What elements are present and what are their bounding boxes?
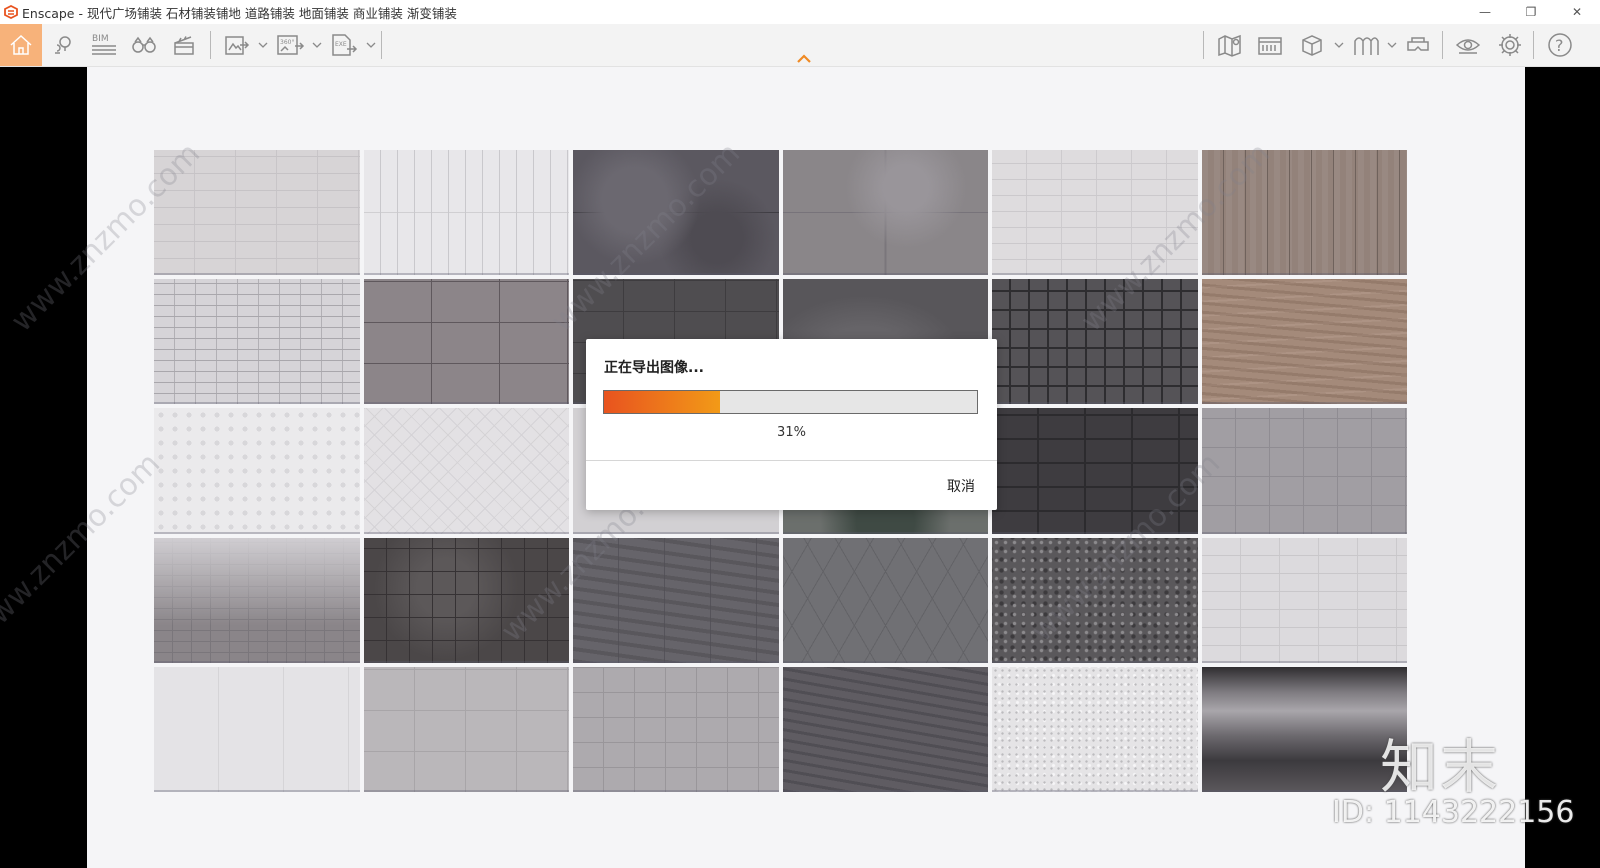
- chevron-down-icon: [1387, 42, 1397, 48]
- chevron-down-icon: [366, 42, 376, 48]
- material-tile: [154, 666, 360, 792]
- vr-headset-button[interactable]: [1398, 24, 1438, 66]
- map-icon: [1218, 34, 1241, 57]
- close-button[interactable]: ✕: [1554, 0, 1600, 24]
- exe-label: EXE: [335, 41, 347, 48]
- toolbar-separator: [1203, 31, 1204, 59]
- export-panorama-button[interactable]: 360°: [270, 24, 310, 66]
- material-tile: [782, 537, 988, 663]
- material-tile: [992, 666, 1198, 792]
- cancel-button[interactable]: 取消: [947, 476, 975, 496]
- help-button[interactable]: ?: [1540, 24, 1580, 66]
- minimize-icon: —: [1479, 5, 1491, 19]
- material-tile: [154, 150, 360, 276]
- chevron-down-icon: [312, 42, 322, 48]
- material-tile: [154, 537, 360, 663]
- gear-icon: [1499, 34, 1521, 56]
- material-tile: [363, 408, 569, 534]
- brand-watermark: 知末: [1380, 733, 1501, 801]
- dialog-title: 正在导出图像...: [604, 360, 704, 376]
- exe-export-icon: EXE: [332, 34, 358, 56]
- map-pin-icon: [55, 36, 71, 54]
- toolbar-separator: [210, 31, 211, 59]
- material-tile: [1201, 666, 1407, 792]
- chevron-down-icon: [1334, 42, 1344, 48]
- binoculars-icon: [132, 36, 156, 53]
- export-image-dropdown[interactable]: [256, 24, 270, 66]
- bim-icon: BIM: [92, 34, 116, 55]
- restore-icon: ❐: [1525, 5, 1537, 19]
- material-tile: [992, 279, 1198, 405]
- toolbar-separator: [1533, 31, 1534, 59]
- material-tile: [1201, 150, 1407, 276]
- material-tile: [363, 666, 569, 792]
- material-tile: [1201, 408, 1407, 534]
- minimize-button[interactable]: —: [1462, 0, 1508, 24]
- eye-icon: [1455, 39, 1481, 54]
- bim-button[interactable]: BIM: [84, 24, 124, 66]
- dialog-divider: [586, 460, 997, 461]
- window-controls: — ❐ ✕: [1462, 0, 1600, 24]
- vr-headset-icon: [1407, 37, 1429, 51]
- progress-percent-text: 31%: [777, 425, 806, 440]
- material-tile: [782, 666, 988, 792]
- material-tile: [573, 537, 779, 663]
- export-exe-dropdown[interactable]: [364, 24, 378, 66]
- export-panorama-dropdown[interactable]: [310, 24, 324, 66]
- material-tile: [573, 150, 779, 276]
- material-tile: [363, 537, 569, 663]
- arches-icon: [1354, 37, 1379, 55]
- material-tile: [363, 279, 569, 405]
- building-icon: [1258, 37, 1282, 55]
- close-icon: ✕: [1571, 5, 1583, 19]
- export-progress-dialog: 正在导出图像... 31% 取消: [586, 339, 997, 510]
- material-tile: [992, 408, 1198, 534]
- home-button[interactable]: [0, 24, 42, 66]
- material-tile: [154, 408, 360, 534]
- bim-label: BIM: [92, 34, 109, 44]
- id-watermark: ID: 1143222156: [1332, 795, 1575, 830]
- asset-library-dropdown[interactable]: [1332, 24, 1346, 66]
- export-image-button[interactable]: [216, 24, 256, 66]
- help-label: ?: [1555, 36, 1564, 55]
- map-button[interactable]: [1210, 24, 1250, 66]
- clapperboard-icon: [174, 36, 194, 55]
- panorama-label: 360°: [280, 39, 294, 46]
- material-tile: [782, 150, 988, 276]
- video-editor-button[interactable]: [164, 24, 204, 66]
- material-tile: [1201, 279, 1407, 405]
- progress-bar: [603, 390, 978, 414]
- progress-bar-fill: [604, 391, 720, 413]
- material-tile: [573, 666, 779, 792]
- help-icon: ?: [1548, 33, 1572, 57]
- collapse-toolbar-button[interactable]: [796, 50, 812, 63]
- chevron-down-icon: [258, 42, 268, 48]
- asset-library-button[interactable]: [1292, 24, 1332, 66]
- materials-button[interactable]: [1346, 24, 1386, 66]
- material-tile: [363, 150, 569, 276]
- export-exe-button[interactable]: EXE: [324, 24, 364, 66]
- material-tile: [992, 537, 1198, 663]
- views-button[interactable]: [124, 24, 164, 66]
- export-image-icon: [225, 36, 250, 55]
- objects-button[interactable]: [1250, 24, 1290, 66]
- chevron-up-icon: [797, 54, 811, 63]
- general-settings-button[interactable]: [1490, 24, 1530, 66]
- toolbar-separator: [381, 31, 382, 59]
- map-pin-button[interactable]: [42, 24, 82, 66]
- toolbar-separator: [1442, 31, 1443, 59]
- visual-settings-button[interactable]: [1448, 24, 1488, 66]
- material-tile: [1201, 537, 1407, 663]
- title-bar: Enscape - 现代广场铺装 石材铺装铺地 道路铺装 地面铺装 商业铺装 渐…: [0, 0, 1600, 24]
- panorama-icon: 360°: [277, 35, 305, 55]
- cube-icon: [1302, 35, 1322, 56]
- restore-button[interactable]: ❐: [1508, 0, 1554, 24]
- materials-dropdown[interactable]: [1385, 24, 1399, 66]
- material-tile: [154, 279, 360, 405]
- material-tile: [992, 150, 1198, 276]
- enscape-logo-icon: [4, 5, 18, 19]
- window-title: Enscape - 现代广场铺装 石材铺装铺地 道路铺装 地面铺装 商业铺装 渐…: [22, 5, 457, 21]
- home-icon: [10, 34, 32, 55]
